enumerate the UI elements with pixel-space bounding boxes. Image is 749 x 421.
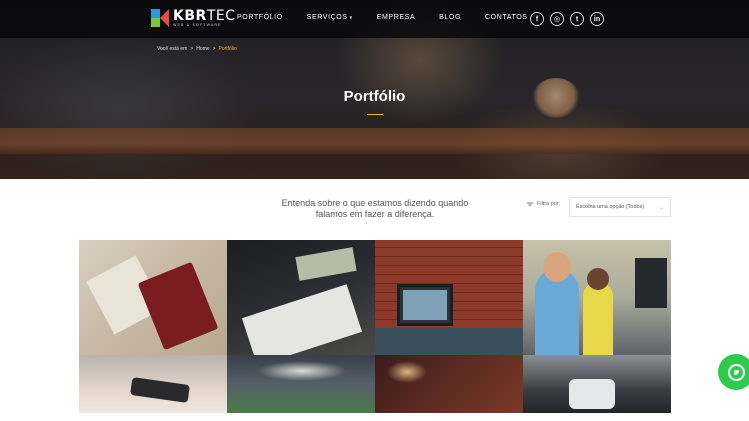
portfolio-item-stadium[interactable] xyxy=(227,355,375,413)
hero-table-image xyxy=(0,128,749,154)
breadcrumb: Você está em > Home > Portfólio xyxy=(157,46,237,52)
nav-portfolio[interactable]: PORTFÓLIO xyxy=(237,14,283,21)
logo-mark-icon xyxy=(151,9,169,27)
logo-tagline: WEB & SOFTWARE xyxy=(173,23,222,27)
nav-servicos[interactable]: SERVIÇOS ▾ xyxy=(307,14,353,21)
category-select[interactable]: Escolha uma opção (Todos) ⌄ xyxy=(569,197,671,217)
breadcrumb-separator: > xyxy=(190,46,194,52)
portfolio-item-laptop[interactable] xyxy=(375,240,523,355)
chevron-down-icon: ▾ xyxy=(349,15,353,21)
facebook-icon[interactable]: f xyxy=(530,12,544,26)
logo-brand-light: TEC xyxy=(206,8,236,24)
select-value: Escolha uma opção (Todos) xyxy=(576,204,645,210)
logo-brand-bold: KBR xyxy=(173,8,207,24)
kbrtec-logo[interactable]: KBRTEC WEB & SOFTWARE xyxy=(151,9,236,28)
top-navbar: KBRTEC WEB & SOFTWARE PORTFÓLIO SERVIÇOS… xyxy=(0,0,749,38)
linkedin-icon[interactable]: in xyxy=(590,12,604,26)
whatsapp-icon xyxy=(727,363,745,381)
chevron-down-icon: ⌄ xyxy=(658,205,664,211)
portfolio-item-robot[interactable] xyxy=(523,355,671,413)
filter-icon xyxy=(526,201,534,207)
portfolio-item-restaurant[interactable] xyxy=(375,355,523,413)
breadcrumb-current: Portfólio xyxy=(218,46,237,52)
page-title: Portfólio xyxy=(343,88,406,105)
breadcrumb-home[interactable]: Home xyxy=(196,46,209,52)
whatsapp-button[interactable] xyxy=(718,354,749,390)
portfolio-item-money[interactable] xyxy=(227,240,375,355)
portfolio-grid xyxy=(79,240,671,413)
portfolio-item-smartphone[interactable] xyxy=(79,355,227,413)
title-underline xyxy=(367,114,383,115)
main-nav: PORTFÓLIO SERVIÇOS ▾ EMPRESA BLOG CONTATO… xyxy=(237,14,552,21)
intro-text: Entenda sobre o que estamos dizendo quan… xyxy=(281,198,469,219)
social-links: f ◎ t in xyxy=(530,12,610,26)
filter-label: Filtra por: xyxy=(526,201,560,207)
nav-empresa[interactable]: EMPRESA xyxy=(377,14,415,21)
instagram-icon[interactable]: ◎ xyxy=(550,12,564,26)
twitter-icon[interactable]: t xyxy=(570,12,584,26)
filter-label-text: Filtra por: xyxy=(537,201,561,207)
breadcrumb-separator: > xyxy=(212,46,216,52)
portfolio-item-passport[interactable] xyxy=(79,240,227,355)
nav-contatos[interactable]: CONTATOS xyxy=(485,14,528,21)
portfolio-item-kids[interactable] xyxy=(523,240,671,355)
breadcrumb-prefix: Você está em xyxy=(157,46,188,52)
nav-blog[interactable]: BLOG xyxy=(439,14,461,21)
